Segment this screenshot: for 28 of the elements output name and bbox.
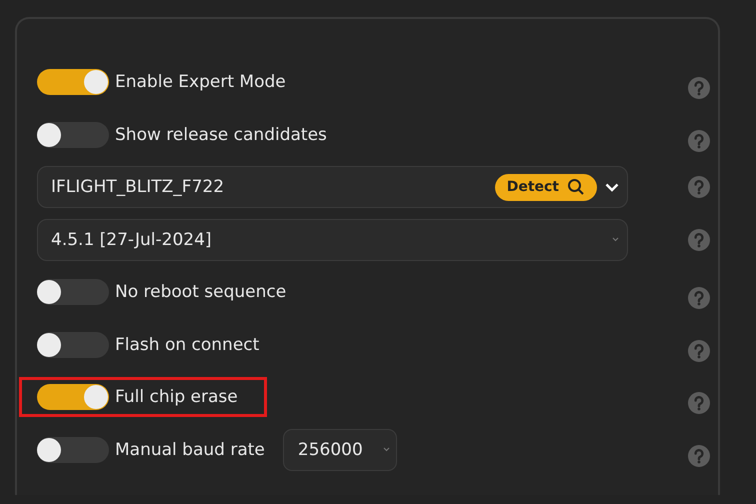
option-label: Manual baud rate bbox=[115, 440, 265, 460]
help-icon[interactable] bbox=[688, 444, 710, 467]
option-label: Show release candidates bbox=[115, 124, 327, 145]
toggle-switch[interactable] bbox=[37, 332, 109, 358]
option-label: Full chip erase bbox=[115, 387, 238, 408]
help-icon[interactable] bbox=[688, 130, 710, 152]
help-icon[interactable] bbox=[688, 287, 710, 310]
baud-rate-select[interactable]: 256000 bbox=[282, 428, 397, 471]
toggle-switch[interactable] bbox=[37, 384, 109, 410]
version-select[interactable]: 4.5.1 [27-Jul-2024] bbox=[37, 218, 628, 261]
help-icon[interactable] bbox=[688, 228, 710, 251]
detect-button[interactable]: Detect bbox=[494, 174, 597, 201]
board-select[interactable]: IFLIGHT_BLITZ_F722 Detect bbox=[37, 166, 628, 208]
toggle-switch[interactable] bbox=[37, 436, 109, 463]
search-icon bbox=[567, 178, 585, 196]
chevron-icon bbox=[382, 447, 390, 452]
help-icon[interactable] bbox=[688, 392, 710, 414]
option-label: Flash on connect bbox=[115, 334, 260, 355]
help-icon[interactable] bbox=[688, 176, 710, 198]
toggle-switch[interactable] bbox=[37, 279, 109, 306]
option-label: No reboot sequence bbox=[115, 282, 286, 302]
chevron-icon bbox=[605, 182, 619, 192]
chevron-icon bbox=[612, 237, 619, 242]
option-label: Enable Expert Mode bbox=[115, 72, 286, 92]
toggle-switch[interactable] bbox=[37, 122, 109, 148]
help-icon[interactable] bbox=[688, 77, 710, 100]
help-icon[interactable] bbox=[688, 340, 710, 362]
toggle-switch[interactable] bbox=[37, 69, 109, 96]
